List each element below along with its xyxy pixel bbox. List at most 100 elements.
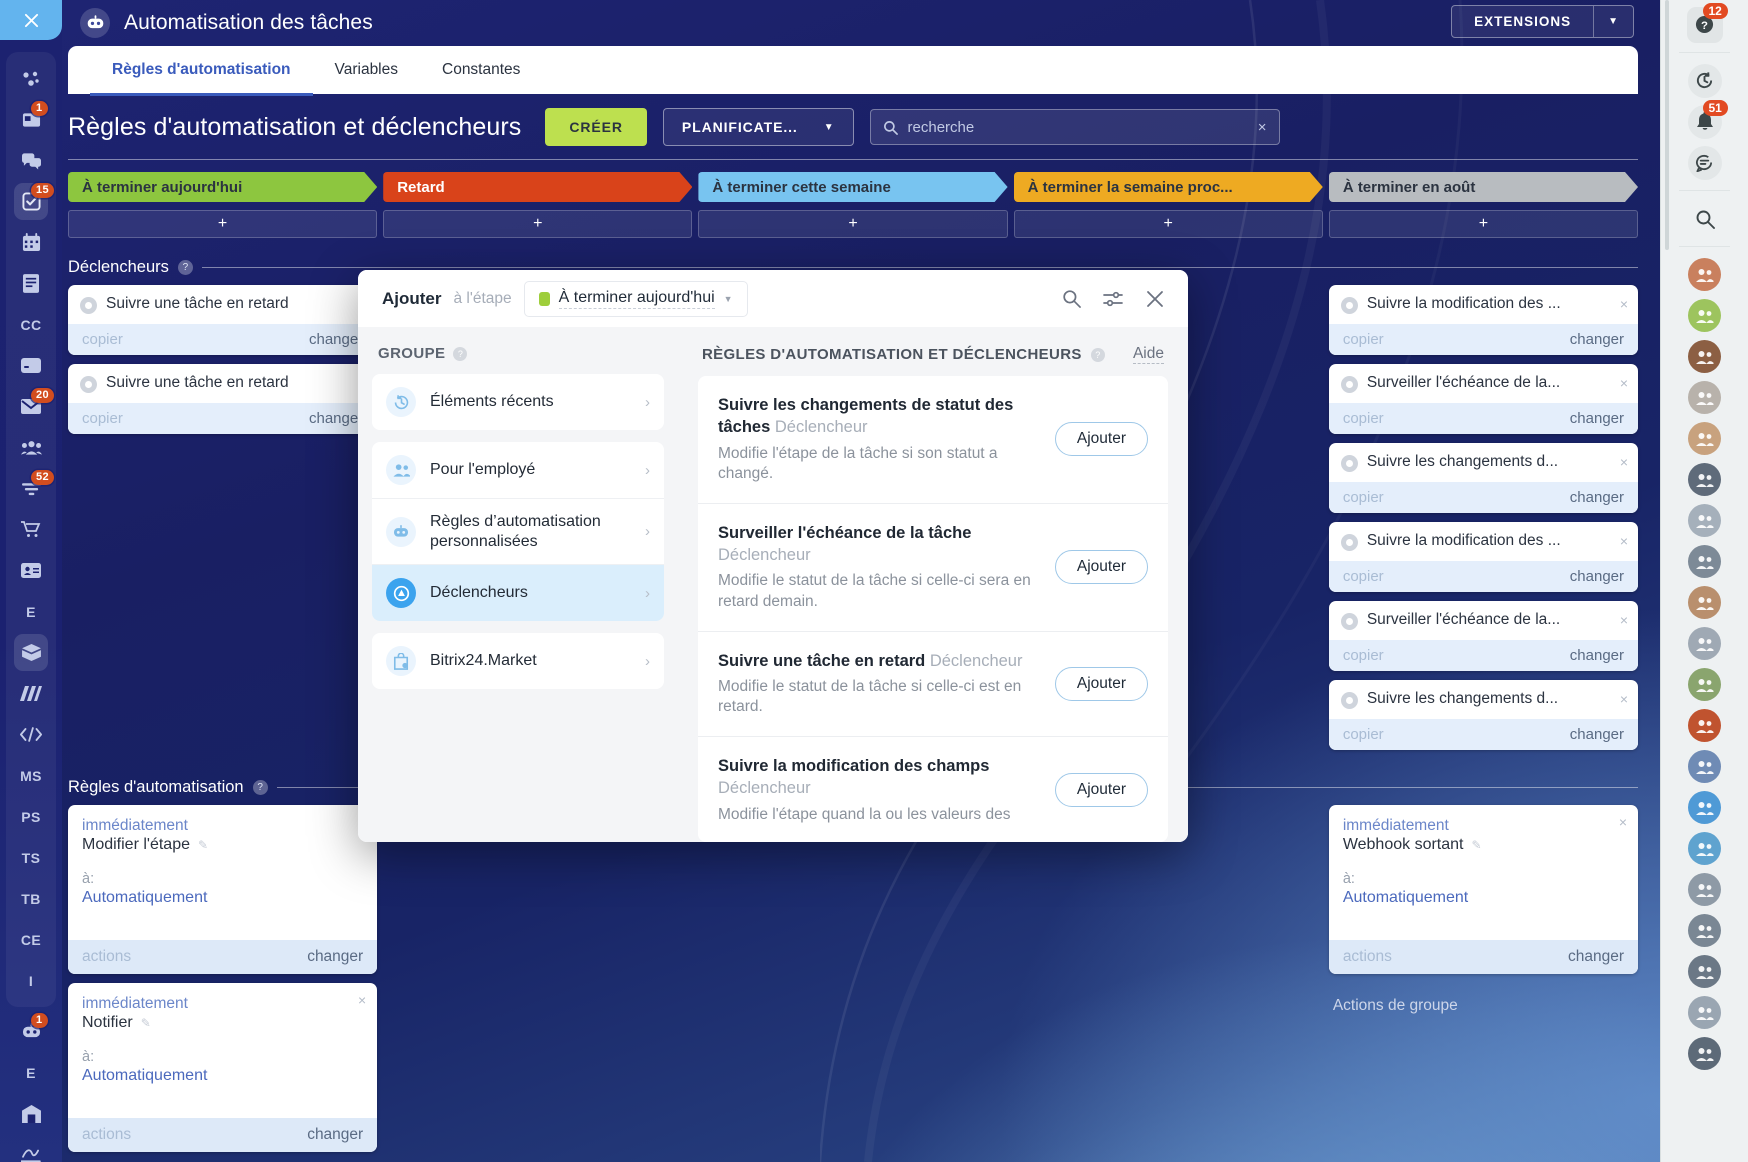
kanban-column-header[interactable]: À terminer la semaine proc... bbox=[1014, 172, 1323, 202]
sidebar-close-button[interactable] bbox=[0, 0, 62, 40]
avatar[interactable] bbox=[1661, 541, 1748, 582]
close-icon[interactable]: × bbox=[1620, 534, 1628, 548]
rule-assignee[interactable]: Automatiquement bbox=[82, 889, 363, 907]
global-search-button[interactable] bbox=[1661, 198, 1748, 239]
sidebar-item-drive[interactable] bbox=[6, 263, 56, 304]
copy-link[interactable]: copier bbox=[82, 331, 123, 348]
tab-automation-rules[interactable]: Règles d'automatisation bbox=[90, 46, 313, 96]
help-icon[interactable]: ? bbox=[177, 260, 193, 275]
sidebar-item-group[interactable] bbox=[6, 427, 56, 468]
close-icon[interactable]: × bbox=[1620, 692, 1628, 706]
trigger-card[interactable]: Suivre une tâche en retard× copier changer bbox=[68, 364, 378, 434]
avatar[interactable] bbox=[1661, 664, 1748, 705]
chevron-down-icon[interactable]: ▼ bbox=[1594, 16, 1633, 27]
copy-link[interactable]: copier bbox=[1343, 726, 1384, 743]
sidebar-item-code[interactable] bbox=[6, 714, 56, 755]
rule-assignee[interactable]: Automatiquement bbox=[1343, 889, 1624, 907]
avatar[interactable] bbox=[1661, 623, 1748, 664]
stage-selector[interactable]: À terminer aujourd'hui ▼ bbox=[523, 280, 748, 317]
change-link[interactable]: changer bbox=[1570, 331, 1624, 348]
change-link[interactable]: changer bbox=[1570, 726, 1624, 743]
kanban-add-button[interactable]: + bbox=[698, 210, 1008, 238]
rule-card[interactable]: × immédiatement Webhook sortant ✎ à: Automati… bbox=[1328, 805, 1639, 974]
filter-icon[interactable] bbox=[1098, 284, 1128, 314]
kanban-add-button[interactable]: + bbox=[1328, 210, 1639, 238]
sidebar-item-contact[interactable] bbox=[6, 550, 56, 591]
group-item-people[interactable]: Pour l'employé › bbox=[372, 442, 664, 499]
copy-link[interactable]: copier bbox=[1343, 410, 1384, 427]
comments-button[interactable] bbox=[1661, 142, 1748, 183]
avatar[interactable] bbox=[1661, 869, 1748, 910]
trigger-card[interactable]: Suivre les changements d... × copier change… bbox=[1328, 443, 1639, 513]
kanban-column-header[interactable]: À terminer aujourd'hui bbox=[68, 172, 377, 202]
help-icon[interactable]: ? bbox=[453, 346, 468, 361]
sidebar-item-ce[interactable]: CE bbox=[6, 919, 56, 960]
edit-icon[interactable]: ✎ bbox=[1471, 838, 1481, 852]
sidebar-item-sign[interactable] bbox=[0, 1134, 62, 1162]
trigger-card[interactable]: Surveiller l'échéance de la... × copier cha… bbox=[1328, 601, 1639, 671]
avatar[interactable] bbox=[1661, 295, 1748, 336]
sidebar-item-e[interactable]: E bbox=[6, 591, 56, 632]
sidebar-item-automation[interactable]: 1 bbox=[0, 1011, 62, 1052]
add-rule-button[interactable]: Ajouter bbox=[1054, 666, 1148, 701]
copy-link[interactable]: copier bbox=[1343, 647, 1384, 664]
close-icon[interactable]: × bbox=[1620, 455, 1628, 469]
add-rule-button[interactable]: Ajouter bbox=[1054, 550, 1148, 585]
sidebar-item-e2[interactable]: E bbox=[0, 1052, 62, 1093]
trigger-card[interactable]: Suivre la modification des ... × copier cha… bbox=[1328, 285, 1639, 355]
available-rule-item[interactable]: Surveiller l'échéance de la tâche Déclen… bbox=[698, 504, 1168, 632]
avatar[interactable] bbox=[1661, 992, 1748, 1033]
sidebar-item-chat[interactable] bbox=[6, 140, 56, 181]
available-rule-item[interactable]: Suivre une tâche en retard Déclencheur Mo… bbox=[698, 632, 1168, 737]
group-item-trigger[interactable]: Déclencheurs › bbox=[372, 565, 664, 622]
tab-constants[interactable]: Constantes bbox=[420, 46, 542, 94]
search-icon[interactable] bbox=[1056, 284, 1086, 314]
avatar[interactable] bbox=[1661, 377, 1748, 418]
sidebar-item-i[interactable]: I bbox=[6, 960, 56, 1001]
copy-link[interactable]: copier bbox=[1343, 568, 1384, 585]
copy-link[interactable]: copier bbox=[1343, 331, 1384, 348]
history-button[interactable] bbox=[1661, 60, 1748, 101]
trigger-card[interactable]: Suivre une tâche en retard× copier changer bbox=[68, 285, 378, 355]
rule-assignee[interactable]: Automatiquement bbox=[82, 1067, 363, 1085]
sidebar-item-box[interactable] bbox=[6, 632, 56, 673]
sidebar-item-cart[interactable] bbox=[6, 509, 56, 550]
copy-link[interactable]: copier bbox=[1343, 489, 1384, 506]
avatar[interactable] bbox=[1661, 582, 1748, 623]
sidebar-item-slash[interactable] bbox=[6, 673, 56, 714]
change-link[interactable]: changer bbox=[307, 948, 363, 966]
avatar[interactable] bbox=[1661, 951, 1748, 992]
available-rule-item[interactable]: Suivre les changements de statut des tâc… bbox=[698, 376, 1168, 504]
add-rule-button[interactable]: Ajouter bbox=[1054, 773, 1148, 808]
notifications-button[interactable]: 51 bbox=[1661, 100, 1748, 142]
avatar[interactable] bbox=[1661, 254, 1748, 295]
avatar[interactable] bbox=[1661, 459, 1748, 500]
kanban-add-button[interactable]: + bbox=[68, 210, 378, 238]
avatar[interactable] bbox=[1661, 418, 1748, 459]
create-button[interactable]: CRÉER bbox=[545, 108, 647, 146]
avatar[interactable] bbox=[1661, 336, 1748, 377]
available-rule-item[interactable]: Suivre la modification des champs Déclen… bbox=[698, 737, 1168, 842]
search-box[interactable]: × bbox=[869, 109, 1280, 145]
tab-variables[interactable]: Variables bbox=[313, 46, 420, 94]
sidebar-item-mail[interactable]: 20 bbox=[6, 386, 56, 427]
avatar[interactable] bbox=[1661, 746, 1748, 787]
rule-card[interactable]: × immédiatement Notifier ✎ à: Automatiquement… bbox=[68, 983, 378, 1152]
change-link[interactable]: changer bbox=[309, 410, 363, 427]
close-icon[interactable]: × bbox=[1620, 376, 1628, 390]
extensions-button[interactable]: EXTENSIONS ▼ bbox=[1451, 5, 1634, 38]
close-icon[interactable]: × bbox=[1620, 297, 1628, 311]
change-link[interactable]: changer bbox=[307, 1126, 363, 1144]
kanban-column-header[interactable]: À terminer cette semaine bbox=[698, 172, 1007, 202]
copy-link[interactable]: copier bbox=[82, 410, 123, 427]
close-icon[interactable]: × bbox=[1620, 613, 1628, 627]
sidebar-item-ts[interactable]: TS bbox=[6, 837, 56, 878]
add-rule-button[interactable]: Ajouter bbox=[1054, 422, 1148, 457]
close-icon[interactable]: × bbox=[1619, 814, 1627, 830]
group-actions-label[interactable]: Actions de groupe bbox=[1329, 997, 1638, 1015]
rule-card[interactable]: ×immédiatementModifier l'étape✎à:Automat… bbox=[68, 805, 378, 974]
help-button[interactable]: 12 ? bbox=[1661, 3, 1748, 45]
sidebar-item-tb[interactable]: TB bbox=[6, 878, 56, 919]
sidebar-item-feed[interactable]: 52 bbox=[6, 468, 56, 509]
close-icon[interactable]: × bbox=[358, 992, 366, 1008]
